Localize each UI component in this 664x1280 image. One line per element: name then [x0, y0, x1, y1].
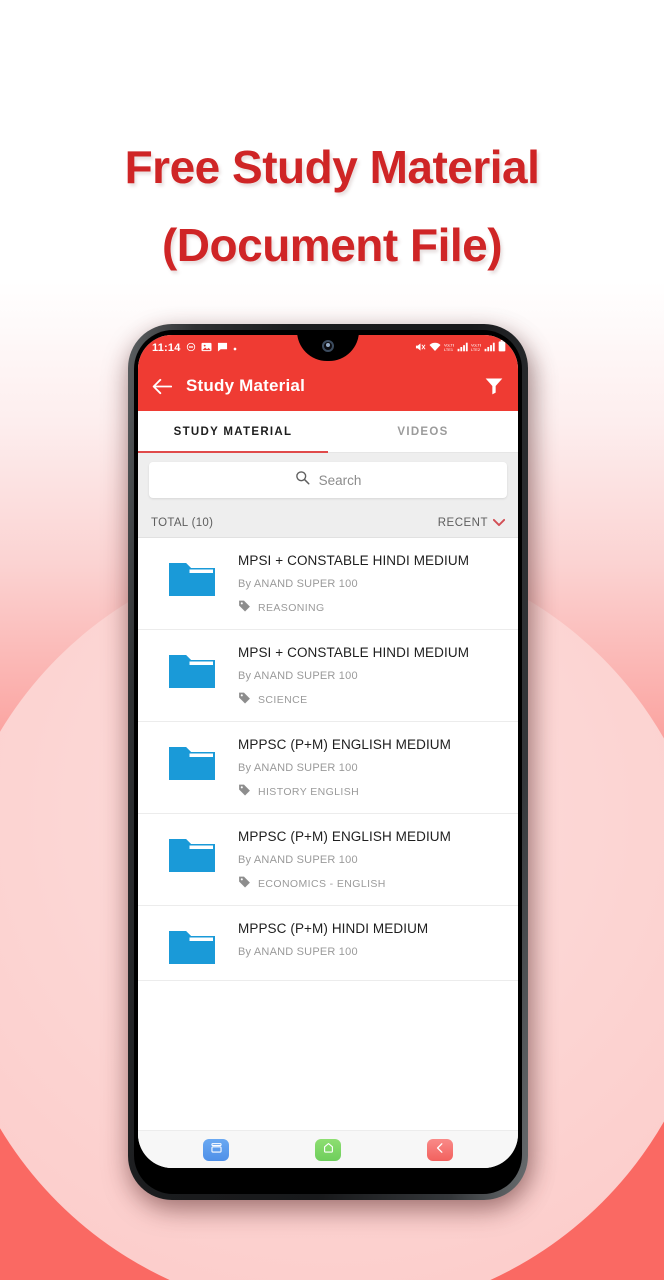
tab-videos-label: VIDEOS: [397, 425, 449, 438]
arrow-left-icon[interactable]: [152, 378, 172, 395]
search-area: Search: [138, 453, 518, 508]
tab-videos[interactable]: VIDEOS: [328, 411, 518, 452]
sort-label: RECENT: [437, 516, 488, 529]
recents-button[interactable]: [203, 1138, 229, 1161]
chevron-down-icon: [492, 514, 506, 532]
tab-bar: STUDY MATERIAL VIDEOS: [138, 411, 518, 453]
svg-text:LTE2: LTE2: [471, 347, 480, 352]
svg-text:LTE1: LTE1: [444, 347, 453, 352]
background-circle-deep-red: [0, 1210, 664, 1280]
headline-line-2: (Document File): [161, 219, 503, 271]
status-bar: 11:14 VoLT LTE1 VoLT LTE2: [138, 335, 518, 361]
phone-bezel: 11:14 VoLT LTE1 VoLT LTE2 Study Material…: [134, 330, 522, 1194]
battery-icon: [498, 339, 506, 357]
headline-line-1: Free Study Material: [124, 141, 540, 193]
status-bar-right: VoLTELTE1 VoLTELTE2: [415, 339, 506, 357]
list-item[interactable]: MPSI + CONSTABLE HINDI MEDIUM By ANAND S…: [138, 630, 518, 722]
chevron-left-icon: [434, 1141, 446, 1159]
mute-icon: [415, 339, 426, 357]
list-item-body: MPPSC (P+M) ENGLISH MEDIUM By ANAND SUPE…: [238, 735, 506, 801]
status-time: 11:14: [152, 342, 181, 354]
tag-icon: [238, 691, 251, 709]
list-item[interactable]: MPPSC (P+M) ENGLISH MEDIUM By ANAND SUPE…: [138, 814, 518, 906]
folder-icon: [150, 735, 234, 784]
list-item[interactable]: MPPSC (P+M) ENGLISH MEDIUM By ANAND SUPE…: [138, 722, 518, 814]
list-item-title: MPSI + CONSTABLE HINDI MEDIUM: [238, 553, 470, 568]
phone-screen: 11:14 VoLT LTE1 VoLT LTE2 Study Material…: [138, 335, 518, 1168]
filter-icon[interactable]: [484, 376, 504, 396]
list-item-author: By ANAND SUPER 100: [238, 578, 358, 590]
page-title: Study Material: [186, 376, 305, 395]
message-icon: [217, 342, 228, 355]
signal-icon: [457, 339, 468, 357]
app-bar: Study Material: [138, 361, 518, 411]
folder-icon: [150, 827, 234, 876]
folder-icon: [150, 643, 234, 692]
list-item-author: By ANAND SUPER 100: [238, 762, 358, 774]
list-item-title: MPSI + CONSTABLE HINDI MEDIUM: [238, 645, 470, 660]
list-item-title: MPPSC (P+M) ENGLISH MEDIUM: [238, 737, 451, 752]
promo-headline: Free Study Material (Document File): [0, 128, 664, 284]
list-item-body: MPSI + CONSTABLE HINDI MEDIUM By ANAND S…: [238, 643, 506, 709]
folder-icon: [150, 551, 234, 600]
home-icon: [322, 1141, 335, 1159]
folder-icon: [150, 919, 234, 968]
list-toolbar: TOTAL (10) RECENT: [138, 508, 518, 538]
list-item-body: MPSI + CONSTABLE HINDI MEDIUM By ANAND S…: [238, 551, 506, 617]
list-item-tag-label: HISTORY ENGLISH: [258, 786, 360, 798]
tab-study-material[interactable]: STUDY MATERIAL: [138, 411, 328, 453]
signal2-icon: [484, 339, 495, 357]
tag-icon: [238, 783, 251, 801]
list-item-tag: ECONOMICS - ENGLISH: [238, 875, 502, 893]
volte2-icon: VoLTELTE2: [471, 339, 483, 357]
volte-icon: VoLTELTE1: [444, 339, 456, 357]
tag-icon: [238, 599, 251, 617]
camera-notch: [297, 335, 359, 361]
list-item-tag: HISTORY ENGLISH: [238, 783, 502, 801]
list-item-tag: SCIENCE: [238, 691, 502, 709]
dnd-icon: [186, 342, 196, 355]
search-placeholder: Search: [318, 472, 362, 488]
list-item[interactable]: MPSI + CONSTABLE HINDI MEDIUM By ANAND S…: [138, 538, 518, 630]
promo-screenshot: Free Study Material (Document File) 11:1…: [0, 0, 664, 1280]
system-navigation-bar: [138, 1130, 518, 1168]
list-item-author: By ANAND SUPER 100: [238, 670, 358, 682]
study-material-list[interactable]: MPSI + CONSTABLE HINDI MEDIUM By ANAND S…: [138, 538, 518, 984]
tab-study-material-label: STUDY MATERIAL: [173, 425, 293, 438]
list-item-tag-label: ECONOMICS - ENGLISH: [258, 878, 386, 890]
list-item-title: MPPSC (P+M) ENGLISH MEDIUM: [238, 829, 451, 844]
recents-icon: [210, 1141, 223, 1159]
list-item[interactable]: MPPSC (P+M) HINDI MEDIUM By ANAND SUPER …: [138, 906, 518, 981]
dot-icon: [233, 342, 237, 354]
list-item-author: By ANAND SUPER 100: [238, 854, 358, 866]
wifi-icon: [429, 339, 441, 357]
back-button[interactable]: [427, 1138, 453, 1161]
phone-device: 11:14 VoLT LTE1 VoLT LTE2 Study Material…: [128, 324, 528, 1200]
list-item-tag: REASONING: [238, 599, 502, 617]
search-icon: [295, 470, 310, 490]
home-button[interactable]: [315, 1138, 341, 1161]
image-icon: [201, 342, 212, 355]
list-item-body: MPPSC (P+M) ENGLISH MEDIUM By ANAND SUPE…: [238, 827, 506, 893]
list-item-author: By ANAND SUPER 100: [238, 946, 358, 958]
list-item-body: MPPSC (P+M) HINDI MEDIUM By ANAND SUPER …: [238, 919, 506, 958]
list-item-tag-label: SCIENCE: [258, 694, 308, 706]
status-bar-left: 11:14: [152, 342, 237, 355]
front-camera-icon: [322, 340, 334, 352]
search-input[interactable]: Search: [149, 462, 507, 498]
list-item-tag-label: REASONING: [258, 602, 325, 614]
total-count-label: TOTAL (10): [151, 516, 214, 529]
tag-icon: [238, 875, 251, 893]
sort-dropdown[interactable]: RECENT: [437, 514, 506, 532]
list-item-title: MPPSC (P+M) HINDI MEDIUM: [238, 921, 429, 936]
